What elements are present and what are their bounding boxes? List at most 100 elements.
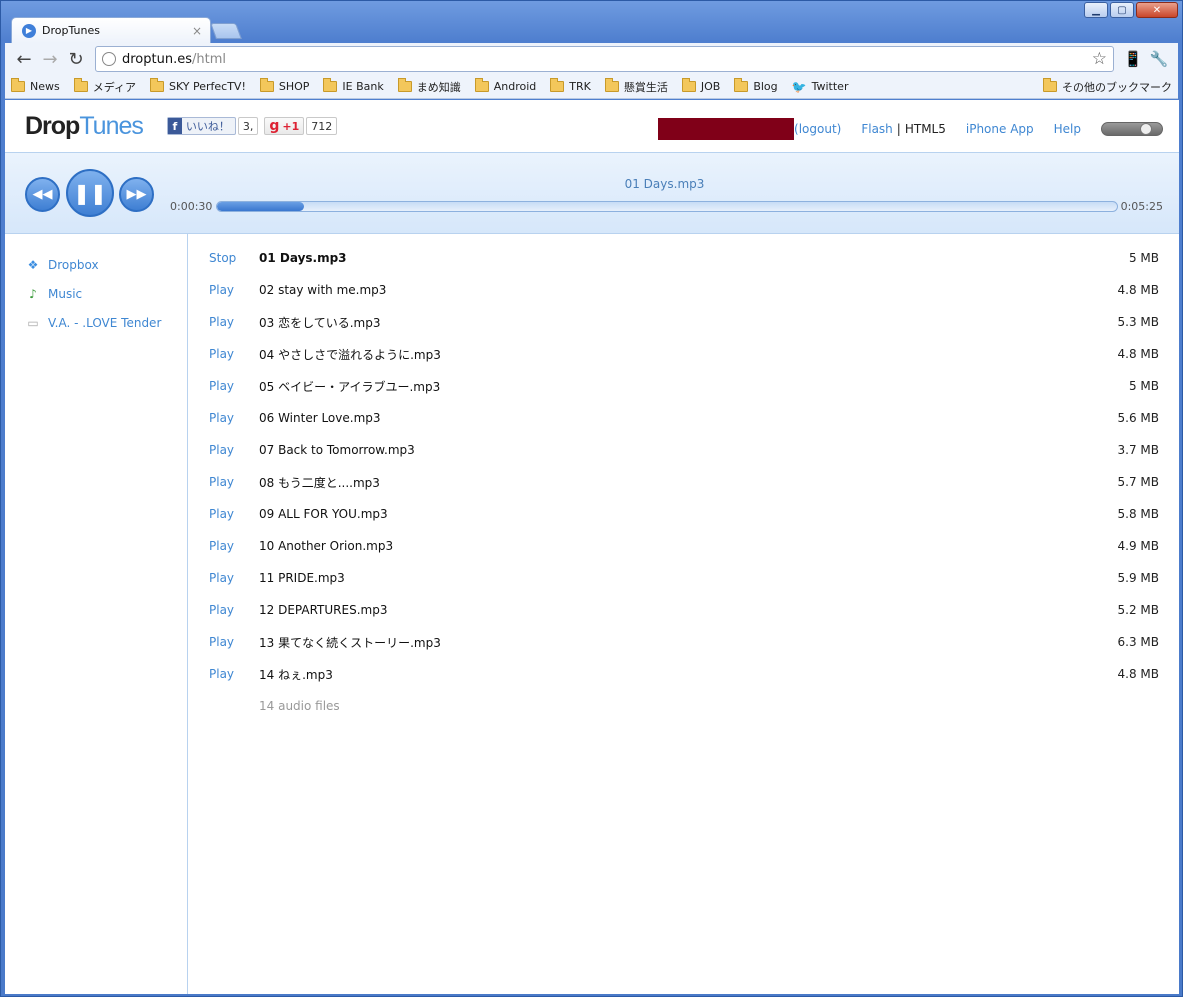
url-host: droptun.es <box>122 51 192 67</box>
bookmark-item[interactable]: Blog <box>734 78 778 93</box>
file-size: 4.9 MB <box>1117 539 1159 553</box>
bookmarks-bar: News メディア SKY PerfecTV! SHOP IE Bank まめ知… <box>5 75 1178 99</box>
folder-icon: ▭ <box>27 315 39 330</box>
sidebar-item-dropbox[interactable]: ❖ Dropbox <box>5 250 187 279</box>
play-link[interactable]: Play <box>189 443 259 457</box>
file-size: 4.8 MB <box>1117 283 1159 297</box>
bookmark-item[interactable]: 🐦 Twitter <box>792 80 849 94</box>
back-arrow-icon[interactable]: ← <box>11 46 37 72</box>
title-bar: ▶ DropTunes × ▁ ▢ ✕ <box>1 1 1182 43</box>
file-row: Play 09 ALL FOR YOU.mp3 5.8 MB <box>189 498 1179 530</box>
bookmark-item[interactable]: 懸賞生活 <box>604 78 668 95</box>
dropbox-icon: ❖ <box>27 257 39 272</box>
play-link[interactable]: Play <box>189 635 259 649</box>
file-size: 5.8 MB <box>1117 507 1159 521</box>
facebook-like-button[interactable]: f いいね！ <box>166 117 236 135</box>
total-time: 0:05:25 <box>1120 200 1163 213</box>
droptunes-logo[interactable]: DropTunes <box>25 112 144 141</box>
file-size: 5.6 MB <box>1117 411 1159 425</box>
close-window-button[interactable]: ✕ <box>1136 2 1178 18</box>
current-time: 0:00:30 <box>170 200 213 213</box>
logout-link[interactable]: (logout) <box>794 122 841 136</box>
tab-close-icon[interactable]: × <box>192 24 202 38</box>
audio-player: ◀◀ ❚❚ ▶▶ 01 Days.mp3 0:00:30 0:05:25 <box>5 152 1179 234</box>
folder-icon <box>604 78 619 92</box>
play-favicon-icon: ▶ <box>22 23 36 38</box>
file-size: 5 MB <box>1128 251 1159 265</box>
extension-phone-icon[interactable]: 📱 <box>1120 46 1146 72</box>
help-link[interactable]: Help <box>1054 122 1081 136</box>
sidebar: ❖ Dropbox ♪ Music ▭ V.A. - .LOVE Tender <box>5 234 188 994</box>
bookmark-item[interactable]: SKY PerfecTV! <box>149 78 246 93</box>
bookmark-item[interactable]: JOB <box>681 78 720 93</box>
file-size: 5 MB <box>1128 379 1159 393</box>
file-name: 09 ALL FOR YOU.mp3 <box>259 507 388 521</box>
play-link[interactable]: Play <box>189 347 259 361</box>
file-list: Stop 01 Days.mp3 5 MB Play 02 stay with me.… <box>189 242 1179 722</box>
window-controls: ▁ ▢ ✕ <box>1084 2 1178 18</box>
theme-toggle[interactable] <box>1101 122 1163 136</box>
play-link[interactable]: Play <box>189 315 259 329</box>
music-icon: ♪ <box>29 286 37 301</box>
bookmark-item[interactable]: IE Bank <box>323 78 384 93</box>
iphone-app-link[interactable]: iPhone App <box>966 122 1034 136</box>
maximize-button[interactable]: ▢ <box>1110 2 1134 18</box>
wrench-icon[interactable]: 🔧 <box>1146 46 1172 72</box>
file-size: 6.3 MB <box>1117 635 1159 649</box>
bookmark-item[interactable]: メディア <box>73 78 136 95</box>
browser-tab[interactable]: ▶ DropTunes × <box>11 17 211 43</box>
file-size: 5.9 MB <box>1117 571 1159 585</box>
other-bookmarks[interactable]: その他のブックマーク <box>1043 78 1172 95</box>
bookmark-item[interactable]: TRK <box>550 78 591 93</box>
folder-icon <box>323 78 338 92</box>
sidebar-item-folder[interactable]: ▭ V.A. - .LOVE Tender <box>5 308 187 337</box>
file-name: 14 ねぇ.mp3 <box>259 667 333 682</box>
address-bar[interactable]: droptun.es /html ☆ <box>95 46 1114 72</box>
google-plus-one-button[interactable]: g +1 <box>264 117 305 135</box>
file-name: 02 stay with me.mp3 <box>259 283 387 297</box>
bookmark-item[interactable]: まめ知識 <box>397 78 461 95</box>
file-row: Play 06 Winter Love.mp3 5.6 MB <box>189 402 1179 434</box>
folder-icon <box>550 78 565 92</box>
toggle-knob <box>1140 123 1152 135</box>
folder-icon <box>149 78 164 92</box>
play-link[interactable]: Play <box>189 411 259 425</box>
html5-current: HTML5 <box>904 122 946 136</box>
play-link[interactable]: Play <box>189 667 259 681</box>
play-link[interactable]: Play <box>189 603 259 617</box>
url-path: /html <box>192 51 226 67</box>
file-name: 03 恋をしている.mp3 <box>259 315 381 330</box>
folder-icon <box>11 78 25 92</box>
file-size: 3.7 MB <box>1117 443 1159 457</box>
stop-link[interactable]: Stop <box>189 251 259 265</box>
play-link[interactable]: Play <box>189 539 259 553</box>
flash-link[interactable]: Flash <box>861 122 892 136</box>
bookmark-item[interactable]: SHOP <box>259 78 309 93</box>
tab-title: DropTunes <box>42 24 100 37</box>
progress-fill <box>217 202 305 211</box>
forward-arrow-icon[interactable]: → <box>37 46 63 72</box>
browser-window: ▶ DropTunes × ▁ ▢ ✕ ← → ↻ droptun.es /ht… <box>0 0 1183 997</box>
bookmark-item[interactable]: News <box>11 78 60 93</box>
play-link[interactable]: Play <box>189 379 259 393</box>
progress-bar[interactable] <box>216 201 1118 212</box>
new-tab-button[interactable] <box>210 23 242 39</box>
reload-icon[interactable]: ↻ <box>63 46 89 72</box>
folder-icon <box>259 78 274 92</box>
bookmark-item[interactable]: Android <box>474 78 536 93</box>
folder-icon <box>397 78 412 92</box>
file-size: 5.3 MB <box>1117 315 1159 329</box>
file-name: 13 果てなく続くストーリー.mp3 <box>259 635 441 650</box>
file-name: 01 Days.mp3 <box>259 251 347 265</box>
play-link[interactable]: Play <box>189 475 259 489</box>
minimize-button[interactable]: ▁ <box>1084 2 1108 18</box>
play-link[interactable]: Play <box>189 507 259 521</box>
play-link[interactable]: Play <box>189 283 259 297</box>
file-size: 5.7 MB <box>1117 475 1159 489</box>
bookmark-star-icon[interactable]: ☆ <box>1092 49 1107 69</box>
page-content: DropTunes f いいね！ 3, g +1 712 (logout) Flas… <box>5 100 1179 994</box>
social-buttons: f いいね！ 3, g +1 712 <box>166 117 338 135</box>
folder-icon <box>474 78 489 92</box>
sidebar-item-music[interactable]: ♪ Music <box>5 279 187 308</box>
play-link[interactable]: Play <box>189 571 259 585</box>
